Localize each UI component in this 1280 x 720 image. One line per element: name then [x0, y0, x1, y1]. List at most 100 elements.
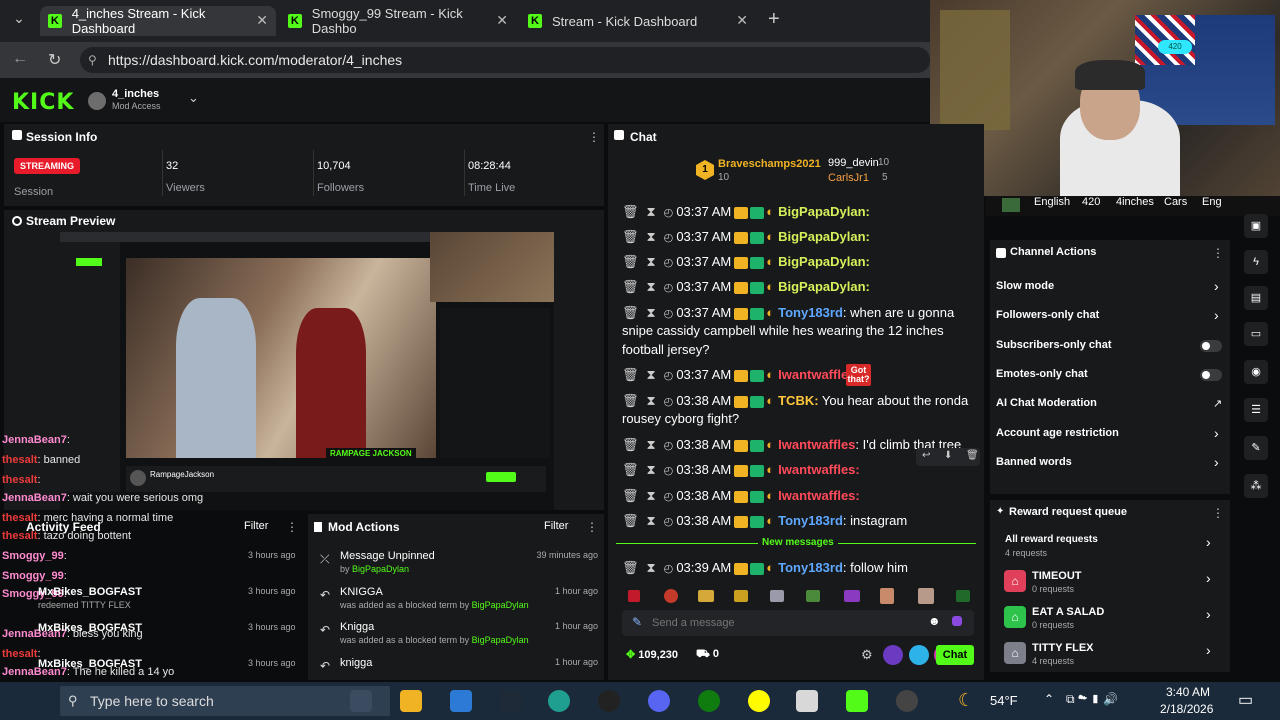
clock-date[interactable]: 2/18/2026	[1160, 702, 1213, 716]
kebab-menu-icon[interactable]: ⋮	[586, 520, 598, 534]
filter-button[interactable]: Filter	[244, 520, 268, 532]
emote-icon[interactable]	[698, 590, 714, 602]
timeout-icon[interactable]: ⧗	[647, 305, 656, 320]
chat-message[interactable]: 🗑 ⧗ ◴ 03:37 AM ◐ BigPapaDylan:	[622, 204, 870, 220]
chat-username[interactable]: BigPapaDylan:	[778, 254, 870, 269]
task-view-icon[interactable]	[350, 690, 372, 712]
filter-button[interactable]: Filter	[544, 520, 568, 532]
timeout-icon[interactable]: ⧗	[647, 254, 656, 269]
channel-action-banned-words[interactable]: Banned words	[996, 456, 1072, 468]
chat-username[interactable]: Tony183rd	[778, 305, 843, 320]
subscribers-only-toggle[interactable]	[1200, 340, 1222, 352]
chevron-right-icon[interactable]: ›	[1214, 425, 1219, 441]
delete-message-icon[interactable]: 🗑	[622, 513, 639, 528]
tab-stream[interactable]: K Stream - Kick Dashboard ✕	[520, 6, 756, 36]
chat-message[interactable]: 🗑 ⧗ ◴ 03:37 AM ◐ BigPapaDylan:	[622, 279, 870, 295]
pin-icon[interactable]: ⬇	[944, 450, 952, 461]
delete-message-icon[interactable]: 🗑	[622, 229, 639, 244]
back-arrow-icon[interactable]: ←	[12, 50, 28, 68]
delete-message-icon[interactable]: 🗑	[622, 393, 639, 408]
delete-message-icon[interactable]: 🗑	[622, 437, 639, 452]
leader-name[interactable]: Braveschamps2021	[718, 158, 821, 170]
leader-name[interactable]: 999_devin	[828, 157, 879, 169]
channel-action-emotes-only[interactable]: Emotes-only chat	[996, 368, 1088, 380]
kick-app-icon[interactable]	[846, 690, 868, 712]
undo-icon[interactable]: ↶	[320, 623, 330, 637]
kebab-menu-icon[interactable]: ⋮	[588, 130, 600, 144]
app-icon[interactable]	[896, 690, 918, 712]
settings-gear-icon[interactable]: ⚙	[861, 647, 873, 663]
delete-message-icon[interactable]: 🗑	[622, 488, 639, 503]
chat-message[interactable]: 🗑 ⧗ ◴ 03:37 AM ◐ BigPapaDylan:	[622, 229, 870, 245]
chat-username[interactable]: BigPapaDylan:	[778, 279, 870, 294]
send-chat-button[interactable]: Chat	[936, 645, 974, 665]
chat-username[interactable]: Iwantwaffles:	[778, 462, 860, 477]
chat-username[interactable]: Iwantwaffles:	[778, 488, 860, 503]
tab-4-inches[interactable]: K 4_inches Stream - Kick Dashboard ✕	[40, 6, 276, 36]
emote-icon[interactable]	[844, 590, 860, 602]
chat-message[interactable]: 🗑 ⧗ ◴ 03:38 AM ◐ Iwantwaffles:	[622, 488, 860, 504]
url-field[interactable]: ⚲ https://dashboard.kick.com/moderator/4…	[80, 47, 930, 73]
channel-action-ai-moderation[interactable]: AI Chat Moderation	[996, 397, 1097, 409]
close-tab-icon[interactable]: ✕	[496, 12, 508, 29]
chat-bubble-icon[interactable]: ▭	[1244, 322, 1268, 346]
timeout-icon[interactable]: ⧗	[647, 488, 656, 503]
channel-switch-chevron-icon[interactable]: ⌄	[188, 90, 199, 106]
channel-action-slow-mode[interactable]: Slow mode	[996, 280, 1054, 292]
xbox-icon[interactable]	[698, 690, 720, 712]
reward-row-eat-a-salad[interactable]: ⌂ EAT A SALAD 0 requests ›	[1004, 604, 1224, 636]
taskbar-search[interactable]: ⚲ Type here to search	[60, 686, 390, 716]
weather-temp[interactable]: 54°F	[990, 693, 1018, 708]
clock-time[interactable]: 3:40 AM	[1166, 685, 1210, 699]
gif-button[interactable]	[909, 645, 929, 665]
close-tab-icon[interactable]: ✕	[736, 12, 748, 29]
timeout-icon[interactable]: ⧗	[647, 462, 656, 477]
list-icon[interactable]: ☰	[1244, 398, 1268, 422]
emotes-only-toggle[interactable]	[1200, 369, 1222, 381]
channel-action-followers-only[interactable]: Followers-only chat	[996, 309, 1099, 321]
tray-icons[interactable]: ⧉ ☁ ▮ 🔊	[1066, 692, 1118, 707]
kebab-menu-icon[interactable]: ⋮	[1212, 506, 1224, 520]
chat-username[interactable]: BigPapaDylan:	[778, 229, 870, 244]
emote-icon[interactable]	[734, 590, 748, 602]
reward-row-titty-flex[interactable]: ⌂ TITTY FLEX 4 requests ›	[1004, 640, 1224, 672]
chat-message[interactable]: 🗑 ⧗ ◴ 03:39 AM ◐ Tony183rd: follow him	[622, 560, 908, 576]
timeout-icon[interactable]: ⧗	[647, 279, 656, 294]
lightning-icon[interactable]: ϟ	[1244, 250, 1268, 274]
store-icon[interactable]	[450, 690, 472, 712]
timeout-icon[interactable]: ⧗	[647, 204, 656, 219]
delete-message-icon[interactable]: 🗑	[622, 367, 639, 382]
wrench-icon[interactable]: ✎	[1244, 436, 1268, 460]
leader-name[interactable]: CarlsJr1	[828, 172, 869, 184]
emote-icon[interactable]	[628, 590, 640, 602]
emoji-icon[interactable]: ☻	[928, 614, 941, 628]
delete-message-icon[interactable]: 🗑	[622, 305, 639, 320]
delete-message-icon[interactable]: 🗑	[622, 204, 639, 219]
new-tab-plus-icon[interactable]: +	[768, 8, 780, 31]
emote-icon[interactable]	[806, 590, 820, 602]
chat-message[interactable]: 🗑 ⧗ ◴ 03:38 AM ◐ Iwantwaffles:	[622, 462, 860, 478]
delete-message-icon[interactable]: 🗑	[622, 560, 639, 575]
kick-logo[interactable]: KICK	[12, 90, 74, 115]
delete-message-icon[interactable]: 🗑	[622, 462, 639, 477]
timeout-icon[interactable]: ⧗	[647, 437, 656, 452]
chat-message[interactable]: 🗑 ⧗ ◴ 03:37 AM ◐ Iwantwaffles:	[622, 367, 860, 383]
undo-icon[interactable]: ↶	[320, 659, 330, 673]
message-input-field[interactable]	[652, 613, 922, 633]
notifications-icon[interactable]: ▭	[1238, 690, 1253, 710]
grid-icon[interactable]: ▣	[1244, 214, 1268, 238]
obs-icon[interactable]	[598, 690, 620, 712]
timeout-icon[interactable]: ⧗	[647, 560, 656, 575]
timeout-icon[interactable]: ⧗	[647, 513, 656, 528]
delete-message-icon[interactable]: 🗑	[622, 254, 639, 269]
chevron-right-icon[interactable]: ›	[1214, 307, 1219, 323]
kebab-menu-icon[interactable]: ⋮	[286, 520, 298, 534]
timeout-icon[interactable]: ⧗	[647, 367, 656, 382]
chat-message[interactable]: 🗑 ⧗ ◴ 03:38 AM ◐ TCBK: You hear about the ro…	[622, 393, 968, 409]
reply-icon[interactable]: ↩	[922, 450, 930, 461]
emote-icon[interactable]	[770, 590, 784, 602]
reward-row-all[interactable]: All reward requests 4 requests ›	[1004, 532, 1224, 564]
chat-username[interactable]: Tony183rd	[778, 560, 843, 575]
chat-message[interactable]: 🗑 ⧗ ◴ 03:37 AM ◐ BigPapaDylan:	[622, 254, 870, 270]
close-tab-icon[interactable]: ✕	[256, 12, 268, 29]
